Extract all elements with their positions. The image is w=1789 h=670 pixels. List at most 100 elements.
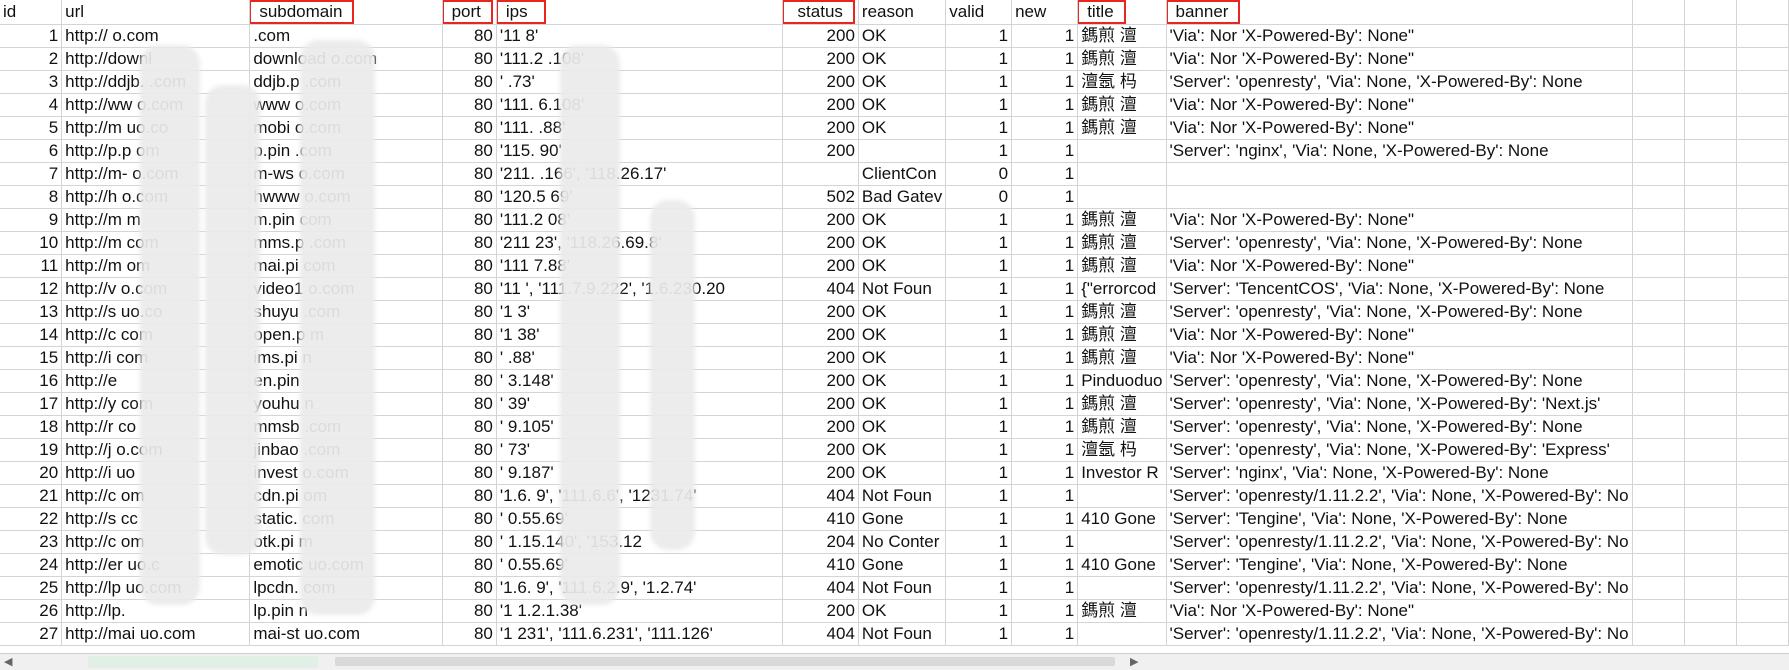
cell-valid[interactable]: 1 [945,277,1013,301]
cell-valid[interactable]: 1 [945,599,1013,623]
empty-cell[interactable] [1632,415,1685,439]
cell-port[interactable]: 80 [442,369,497,393]
empty-cell[interactable] [1632,47,1685,71]
empty-cell[interactable] [1684,254,1737,278]
cell-id[interactable]: 14 [0,323,63,347]
cell-id[interactable]: 20 [0,461,63,485]
header-ips[interactable]: ips [496,0,783,25]
empty-cell[interactable] [1684,553,1737,577]
cell-id[interactable]: 26 [0,599,63,623]
cell-ips[interactable]: '11 8' [496,24,783,48]
empty-cell[interactable] [1684,461,1737,485]
cell-id[interactable]: 12 [0,277,63,301]
cell-id[interactable]: 15 [0,346,63,370]
empty-cell[interactable] [1684,530,1737,554]
empty-cell[interactable] [1736,369,1789,393]
cell-port[interactable]: 80 [442,300,497,324]
cell-valid[interactable]: 1 [945,208,1013,232]
table-row[interactable]: 1 http:// o.com .com 80'11 8' 200 OK 1 1 鎷煎 澶 'Vi… [0,24,1789,48]
empty-cell[interactable] [1736,231,1789,255]
empty-cell[interactable] [1632,208,1685,232]
cell-reason[interactable]: Not Foun [858,622,947,646]
cell-status[interactable]: 200 [782,231,859,255]
empty-cell[interactable] [1736,346,1789,370]
empty-cell[interactable] [1736,300,1789,324]
cell-port[interactable]: 80 [442,139,497,163]
cell-valid[interactable]: 1 [945,507,1013,531]
cell-ips[interactable]: ' 39' [496,392,783,416]
empty-cell[interactable] [1684,323,1737,347]
scroll-right-icon[interactable]: ▶ [1130,655,1138,668]
cell-id[interactable]: 25 [0,576,63,600]
cell-reason[interactable]: Gone [858,507,947,531]
cell-reason[interactable]: Not Foun [858,484,947,508]
cell-banner[interactable]: 'Server': 'openresty', 'Via': None, 'X-P… [1166,300,1633,324]
empty-cell[interactable] [1684,116,1737,140]
table-row[interactable]: 5 http://m uo.co mobi o.com 80'111. .88' 200… [0,116,1789,140]
empty-cell[interactable] [1736,323,1789,347]
empty-cell[interactable] [1684,507,1737,531]
empty-cell[interactable] [1684,93,1737,117]
empty-cell[interactable] [1632,438,1685,462]
cell-valid[interactable]: 1 [945,622,1013,646]
cell-valid[interactable]: 1 [945,300,1013,324]
table-row[interactable]: 2http://downldownload o.com80'111.2 .108… [0,47,1789,71]
cell-banner[interactable]: 'Server': 'TencentCOS', 'Via': None, 'X-… [1166,277,1633,301]
empty-cell[interactable] [1736,162,1789,186]
header-new[interactable]: new [1011,0,1079,25]
empty-cell[interactable] [1736,208,1789,232]
cell-status[interactable]: 404 [782,622,859,646]
empty-cell[interactable] [1632,369,1685,393]
empty-cell[interactable] [1684,392,1737,416]
empty-cell[interactable] [1684,162,1737,186]
cell-title[interactable]: 410 Gone [1077,507,1167,531]
empty-cell[interactable] [1632,484,1685,508]
table-row[interactable]: 22 http://s cc static. com 80 ' 0.55.69' 410 G… [0,507,1789,531]
empty-cell[interactable] [1632,461,1685,485]
cell-ips[interactable]: '1 1.2.1.38' [496,599,783,623]
empty-cell[interactable] [1684,139,1737,163]
cell-banner[interactable]: 'Server': 'Tengine', 'Via': None, 'X-Pow… [1166,553,1633,577]
cell-reason[interactable]: OK [858,24,947,48]
cell-id[interactable]: 4 [0,93,63,117]
empty-cell[interactable] [1632,0,1685,25]
cell-id[interactable]: 16 [0,369,63,393]
cell-status[interactable]: 200 [782,24,859,48]
empty-cell[interactable] [1736,116,1789,140]
empty-cell[interactable] [1684,300,1737,324]
empty-cell[interactable] [1632,392,1685,416]
cell-new[interactable]: 1 [1011,208,1079,232]
cell-port[interactable]: 80 [442,231,497,255]
cell-title[interactable]: Investor R [1077,461,1167,485]
cell-valid[interactable]: 1 [945,392,1013,416]
table-row[interactable]: 7http://m- o.comm-ws o.com80'211. .166',… [0,162,1789,186]
cell-ips[interactable]: '120.5 69' [496,185,783,209]
cell-ips[interactable]: ' 1.15.140', '153.12 [496,530,783,554]
table-row[interactable]: 25 http://lp uo.com lpcdn. com 80'1.6. 9', … [0,576,1789,600]
empty-cell[interactable] [1684,576,1737,600]
empty-cell[interactable] [1736,530,1789,554]
empty-cell[interactable] [1632,231,1685,255]
table-row[interactable]: 3 http://ddjb. .com ddjb.p .com 80 ' .73' 200… [0,70,1789,94]
cell-title[interactable]: 鎷煎 澶 [1077,93,1167,117]
cell-ips[interactable]: '11 ', '111.7.9.222', '1.6.230.20 [496,277,783,301]
cell-valid[interactable]: 0 [945,162,1013,186]
table-row[interactable]: 20http://i uoinvest o.com80' 9.187'200OK… [0,461,1789,485]
cell-valid[interactable]: 1 [945,231,1013,255]
cell-valid[interactable]: 1 [945,461,1013,485]
header-port[interactable]: port [442,0,497,25]
cell-valid[interactable]: 1 [945,323,1013,347]
cell-new[interactable]: 1 [1011,47,1079,71]
header-status[interactable]: status [782,0,859,25]
empty-cell[interactable] [1736,484,1789,508]
cell-id[interactable]: 24 [0,553,63,577]
table-row[interactable]: 21http://c omcdn.pi om80'1.6. 9', '111.6… [0,484,1789,508]
cell-reason[interactable]: OK [858,254,947,278]
cell-ips[interactable]: '111. .88' [496,116,783,140]
cell-reason[interactable]: ClientCon [858,162,947,186]
cell-valid[interactable]: 1 [945,553,1013,577]
table-row[interactable]: 10http://m commms.p .com80'211 23', '118… [0,231,1789,255]
cell-port[interactable]: 80 [442,507,497,531]
header-id[interactable]: id [0,0,63,25]
cell-banner[interactable]: 'Via': Nor 'X-Powered-By': None" [1166,24,1633,48]
